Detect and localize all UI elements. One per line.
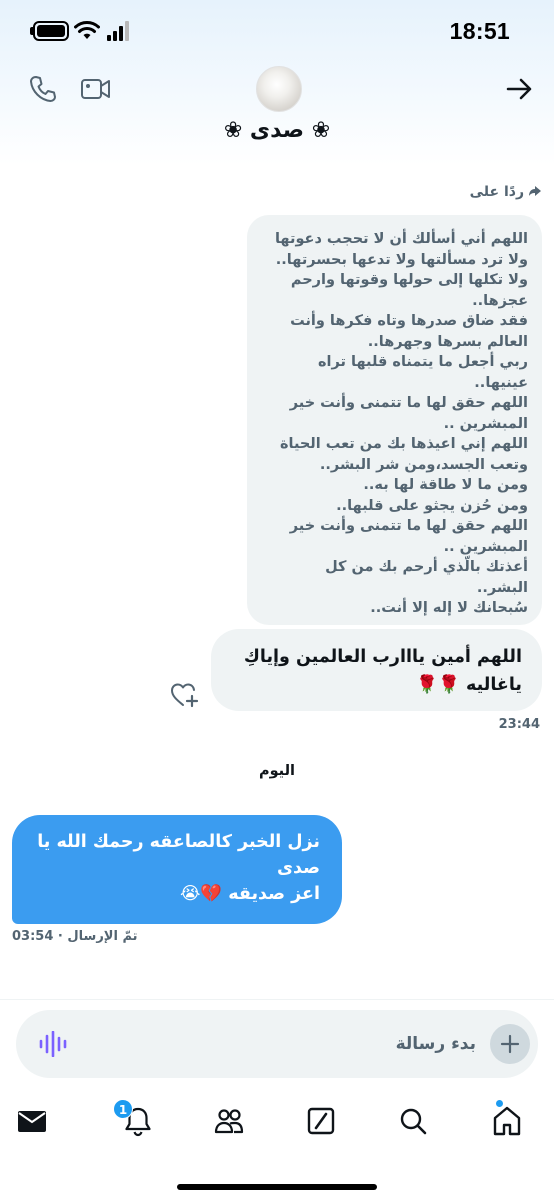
quoted-line: عجزها.. <box>472 292 528 309</box>
outgoing-message-line: ياغاليه 🌹🌹 <box>416 675 522 695</box>
back-button[interactable] <box>504 74 534 104</box>
heart-plus-icon <box>171 683 199 708</box>
contact-name[interactable]: ❀ صدى ❀ <box>0 118 554 143</box>
reply-to-text: ردًا على <box>469 184 524 200</box>
contact-avatar[interactable] <box>256 66 302 112</box>
quoted-line: وتعب الجسد،ومن شر البشر.. <box>319 456 528 473</box>
incoming-message-line: نزل الخبر كالصاعقه رحمك الله يا <box>37 832 320 852</box>
quoted-line: فقد ضاق صدرها وتاه فكرها وأنت <box>290 313 528 329</box>
dm-conversation-screen: 18:51 ❀ صدى ❀ ردًا على اللهم أني أسألك أ… <box>0 0 554 1200</box>
notification-count-badge: 1 <box>113 1099 133 1119</box>
mail-icon <box>18 1111 46 1132</box>
call-button[interactable] <box>28 74 58 104</box>
voice-message-button[interactable] <box>38 1030 68 1058</box>
composer-divider <box>0 999 554 1000</box>
quoted-line: عينيها.. <box>474 374 528 391</box>
reply-to-label: ردًا على <box>470 184 542 200</box>
status-bar: 18:51 <box>0 0 554 62</box>
message-input[interactable] <box>116 1028 476 1060</box>
quoted-line: اللهم حقق لها ما تتمنى وأنت خير <box>289 518 528 534</box>
sent-status: تمّ الإرسال · 03:54 <box>12 929 138 944</box>
quoted-line: البشر.. <box>476 579 528 596</box>
battery-icon <box>30 21 70 41</box>
video-icon <box>81 79 110 99</box>
add-media-button[interactable] <box>490 1024 530 1064</box>
incoming-message-bubble[interactable]: نزل الخبر كالصاعقه رحمك الله يا صدى اعز … <box>12 815 342 924</box>
quoted-line: العالم بسرها وجهرها.. <box>367 333 528 350</box>
home-icon <box>493 1106 521 1136</box>
quoted-line: المبشرين .. <box>443 538 528 555</box>
quoted-line: أعذتك بالّذي أرحم بك من كل <box>325 559 528 575</box>
outgoing-message-line: اللهم أمين يااارب العالمين وإياكِ <box>243 647 522 667</box>
home-indicator[interactable] <box>177 1184 377 1190</box>
quoted-line: اللهم أني أسألك أن لا تحجب دعوتها <box>274 231 528 247</box>
quoted-line: ومن ما لا طاقة لها به.. <box>363 477 528 493</box>
quoted-line: ومن حُزن يجثو على قلبها.. <box>336 497 528 514</box>
phone-icon <box>30 76 56 102</box>
reply-arrow-icon <box>529 186 541 196</box>
video-call-button[interactable] <box>80 75 112 103</box>
quoted-line: المبشرين .. <box>443 415 528 432</box>
plus-icon <box>500 1034 520 1054</box>
nav-messages[interactable] <box>7 1096 57 1146</box>
wifi-icon <box>74 21 100 39</box>
quoted-line: اللهم حقق لها ما تتمنى وأنت خير <box>289 395 528 411</box>
nav-search[interactable] <box>388 1096 438 1146</box>
cellular-signal-icon <box>107 21 129 41</box>
people-icon <box>214 1109 244 1134</box>
quoted-message[interactable]: اللهم أني أسألك أن لا تحجب دعوتها ولا تر… <box>247 215 542 625</box>
add-reaction-button[interactable] <box>170 681 200 709</box>
nav-communities[interactable] <box>204 1096 254 1146</box>
outgoing-message-bubble[interactable]: اللهم أمين يااارب العالمين وإياكِ ياغالي… <box>211 629 542 711</box>
grok-icon <box>307 1107 335 1135</box>
quoted-line: اللهم إني اعيذها بك من تعب الحياة <box>279 436 528 452</box>
day-separator: اليوم <box>258 763 296 779</box>
voice-waveform-icon <box>39 1030 67 1058</box>
quoted-line: سُبحانك لا إله إلا أنت.. <box>370 600 528 616</box>
outgoing-message-time: 23:44 <box>498 717 540 732</box>
message-composer <box>16 1010 538 1078</box>
incoming-message-line: صدى <box>276 858 320 878</box>
nav-grok[interactable] <box>296 1096 346 1146</box>
incoming-message-line: اعز صديقه 💔😭 <box>179 884 320 904</box>
arrow-right-icon <box>506 78 532 100</box>
quoted-line: ربي أجعل ما يتمناه قلبها تراه <box>317 354 528 370</box>
status-time: 18:51 <box>449 18 510 44</box>
nav-home[interactable] <box>482 1096 532 1146</box>
bottom-navigation <box>0 1096 554 1156</box>
home-new-content-dot <box>496 1100 503 1107</box>
search-icon <box>400 1108 427 1135</box>
quoted-line: ولا تكلها إلى حولها وقوتها وارحم <box>290 272 528 288</box>
quoted-line: ولا ترد مسألتها ولا تدعها بحسرتها.. <box>275 251 528 268</box>
